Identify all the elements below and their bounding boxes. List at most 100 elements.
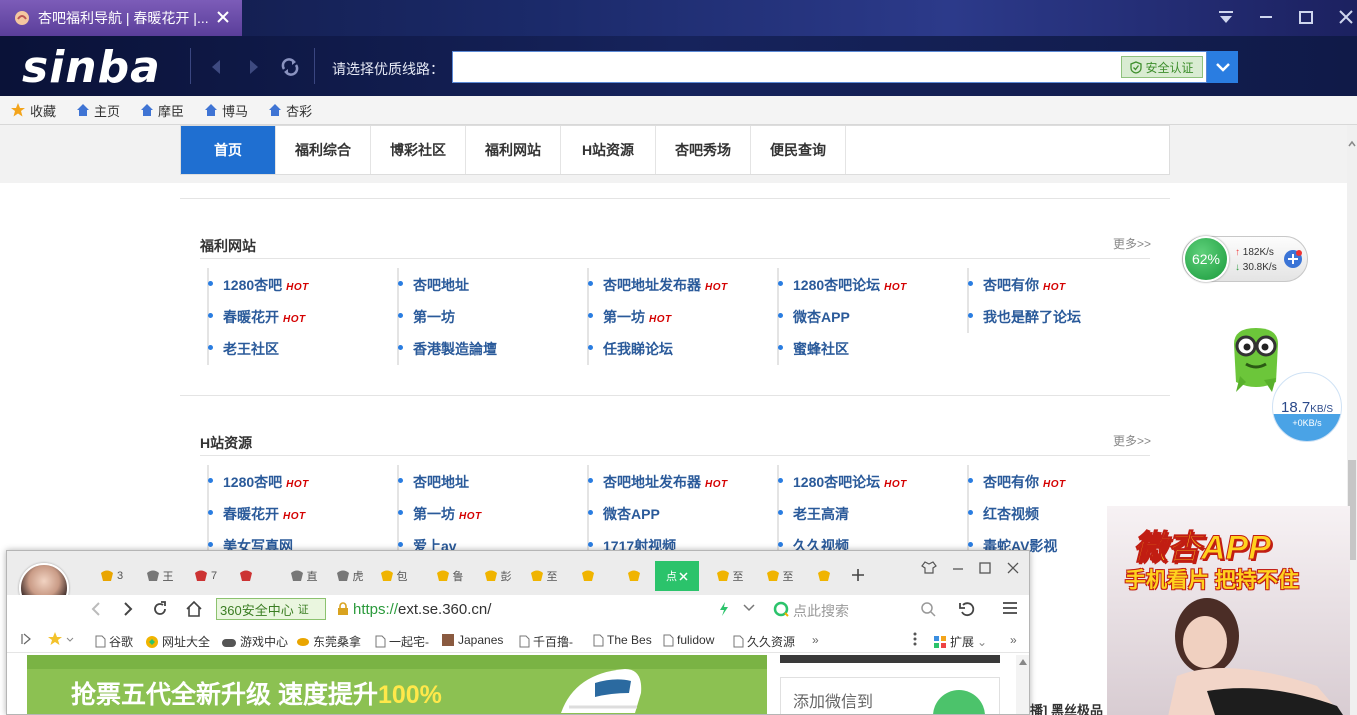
more-bookmarks-icon[interactable]: » — [812, 633, 819, 647]
menu-item-lookup[interactable]: 便民查询 — [751, 126, 846, 174]
site-link[interactable]: 杏吧有你 HOT — [968, 472, 1066, 492]
close-icon[interactable] — [679, 571, 688, 581]
tab-close-icon[interactable] — [216, 10, 230, 24]
browser-tab[interactable] — [803, 565, 847, 587]
bookmark-home[interactable]: 主页 — [76, 101, 120, 120]
address-input[interactable] — [452, 51, 1207, 83]
home-icon[interactable] — [185, 600, 203, 618]
site-link[interactable]: 1280杏吧论坛 HOT — [778, 472, 907, 492]
bookmark-item[interactable]: Japanes — [441, 633, 503, 647]
site-link[interactable]: 1280杏吧 HOT — [208, 472, 309, 492]
browser-tab[interactable]: 彭 — [475, 565, 519, 587]
extensions-button[interactable]: 扩展 ⌄ — [933, 633, 987, 650]
site-link[interactable]: 微杏APP — [778, 307, 850, 327]
browser-tab[interactable]: 直 — [281, 565, 325, 587]
memory-usage-circle[interactable]: 62% — [1183, 236, 1229, 282]
refresh-icon[interactable] — [280, 57, 300, 77]
wechat-card[interactable]: 添加微信到 — [780, 677, 1000, 714]
menu-item-h-resources[interactable]: H站资源 — [561, 126, 656, 174]
menu-item-home[interactable]: 首页 — [181, 126, 276, 174]
maximize-icon[interactable] — [1297, 8, 1315, 26]
chevron-down-icon[interactable] — [742, 603, 756, 613]
overflow-icon[interactable]: » — [1010, 633, 1017, 647]
site-link[interactable]: 蜜蜂社区 — [778, 339, 849, 359]
new-tab-icon[interactable] — [851, 568, 865, 582]
search-icon[interactable] — [920, 601, 936, 617]
bookmark-item[interactable]: 千百撸- — [519, 633, 573, 650]
site-link[interactable]: 1280杏吧论坛 HOT — [778, 275, 907, 295]
browser-tab[interactable]: 7 — [183, 565, 227, 587]
browser-tab[interactable]: 鲁 — [427, 565, 471, 587]
bookmark-item[interactable]: 游戏中心 — [221, 633, 288, 650]
site-link[interactable]: 香港製造論壇 — [398, 339, 497, 359]
menu-item-welfare[interactable]: 福利综合 — [276, 126, 371, 174]
site-link[interactable]: 杏吧有你 HOT — [968, 275, 1066, 295]
browser-tab[interactable]: 王 — [137, 565, 181, 587]
browser-tab[interactable]: 虎 — [327, 565, 371, 587]
scroll-up-icon[interactable] — [1016, 655, 1029, 669]
site-link[interactable]: 杏吧地址 — [398, 275, 469, 295]
site-link[interactable]: 杏吧地址发布器 HOT — [588, 472, 728, 492]
bookmark-xingcai[interactable]: 杏彩 — [268, 101, 312, 120]
tab-active[interactable]: 点 — [655, 561, 699, 591]
more-link[interactable]: 更多>> — [1113, 235, 1151, 252]
site-link[interactable]: 老王高清 — [778, 504, 849, 524]
site-link[interactable]: 任我睇论坛 — [588, 339, 673, 359]
site-link[interactable]: 第一坊 HOT — [398, 504, 482, 524]
site-link[interactable]: 红杏视频 — [968, 504, 1039, 524]
sidebar-toggle-icon[interactable] — [21, 633, 31, 645]
refresh-icon[interactable] — [151, 600, 169, 618]
menu-icon[interactable] — [1002, 601, 1018, 615]
back-icon[interactable] — [89, 601, 103, 617]
bookmark-boma[interactable]: 博马 — [204, 101, 248, 120]
browser-tab[interactable] — [567, 565, 611, 587]
bookmark-favorites[interactable]: 收藏 — [10, 101, 56, 120]
security-badge[interactable]: 安全认证 — [1121, 56, 1203, 78]
promo-banner[interactable]: 抢票五代全新升级 速度提升100% — [27, 655, 767, 714]
menu-dropdown-icon[interactable] — [1217, 8, 1235, 26]
undo-icon[interactable] — [958, 600, 976, 618]
more-link[interactable]: 更多>> — [1113, 432, 1151, 449]
site-link[interactable]: 我也是醉了论坛 — [968, 307, 1081, 327]
minimize-icon[interactable] — [951, 561, 965, 575]
skin-icon[interactable] — [921, 560, 937, 574]
content-scrollbar[interactable] — [1016, 655, 1029, 714]
browser-tab[interactable]: 至 — [521, 565, 565, 587]
bookmark-item[interactable]: fulidow — [663, 633, 714, 647]
browser-tab[interactable] — [613, 565, 657, 587]
site-link[interactable]: 第一坊 — [398, 307, 455, 327]
advertisement[interactable]: 微杏APP 手机看片 把持不住 — [1107, 506, 1350, 715]
lightning-icon[interactable] — [718, 601, 730, 617]
menu-item-show[interactable]: 杏吧秀场 — [656, 126, 751, 174]
bookmark-mochen[interactable]: 摩臣 — [140, 101, 184, 120]
bookmark-item[interactable]: The Bes — [593, 633, 652, 647]
bookmark-item[interactable]: 久久资源 — [733, 633, 795, 650]
bookmark-item[interactable]: 网址大全 — [145, 633, 210, 650]
url-text[interactable]: https://ext.se.360.cn/ — [353, 601, 491, 618]
browser-tab[interactable]: 至 — [757, 565, 801, 587]
site-link[interactable]: 第一坊 HOT — [588, 307, 672, 327]
site-link[interactable]: 春暖花开 HOT — [208, 504, 306, 524]
forward-icon[interactable] — [121, 601, 135, 617]
bookmark-item[interactable]: 一起宅- — [375, 633, 429, 650]
scroll-up-icon[interactable] — [1348, 140, 1356, 148]
browser-tab[interactable]: 至 — [707, 565, 751, 587]
forward-icon[interactable] — [246, 58, 262, 76]
browser-tab[interactable]: 3 — [89, 565, 133, 587]
site-link[interactable]: 杏吧地址发布器 HOT — [588, 275, 728, 295]
net-speed-ball[interactable]: 18.7KB/S +0KB/s — [1272, 372, 1342, 442]
search-input[interactable]: 点此搜索 — [793, 601, 849, 621]
back-icon[interactable] — [208, 58, 224, 76]
site-link[interactable]: 春暖花开 HOT — [208, 307, 306, 327]
browser-tab[interactable]: 包 — [371, 565, 415, 587]
bookmark-item[interactable]: 谷歌 — [95, 633, 133, 650]
site-link[interactable]: 杏吧地址 — [398, 472, 469, 492]
active-tab[interactable]: 杏吧福利导航 | 春暖花开 |... — [0, 0, 242, 36]
minimize-icon[interactable] — [1257, 8, 1275, 26]
close-window-icon[interactable] — [1337, 8, 1355, 26]
favorites-icon[interactable] — [47, 631, 75, 647]
close-window-icon[interactable] — [1006, 561, 1020, 575]
more-options-icon[interactable] — [913, 632, 917, 646]
boost-icon[interactable] — [1283, 249, 1303, 269]
site-link[interactable]: 微杏APP — [588, 504, 660, 524]
